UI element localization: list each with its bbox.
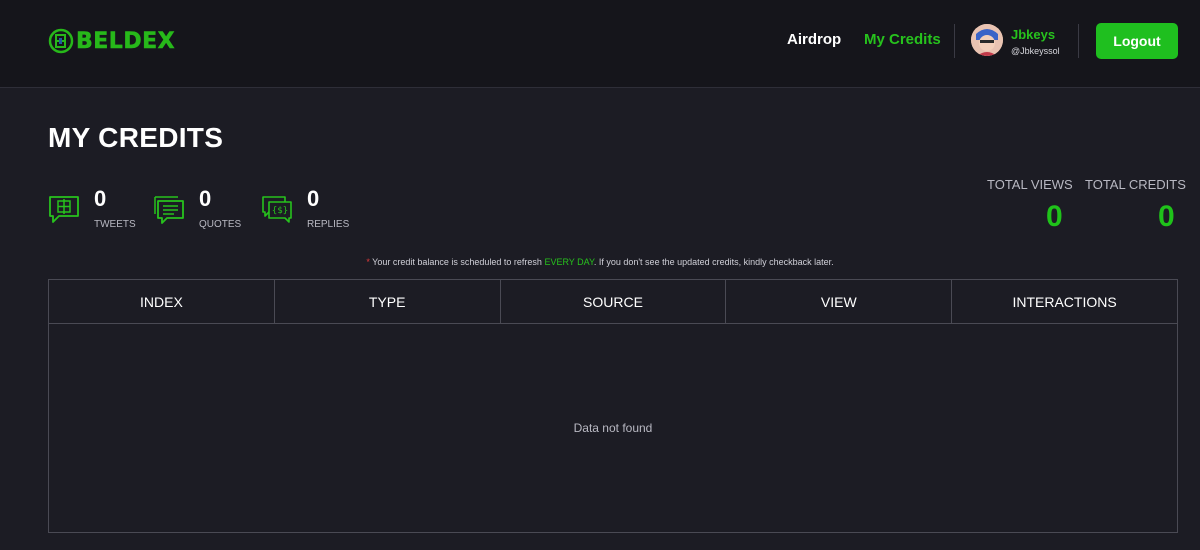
page-title: MY CREDITS xyxy=(48,122,224,153)
column-header-type[interactable]: TYPE xyxy=(275,280,501,323)
logout-button[interactable]: Logout xyxy=(1096,23,1178,59)
tweets-label: TWEETS xyxy=(94,219,136,230)
total-credits-label: TOTAL CREDITS xyxy=(1085,177,1186,192)
brand-name: BELDEX xyxy=(76,28,176,54)
notice-text-after: . If you don't see the updated credits, … xyxy=(593,257,834,267)
table-header-row: INDEX TYPE SOURCE VIEW INTERACTIONS xyxy=(49,280,1177,324)
user-handle: @Jbkeyssol xyxy=(1011,46,1060,56)
quotes-count: 0 xyxy=(199,186,212,211)
replies-count: 0 xyxy=(307,186,320,211)
tweet-credit-icon xyxy=(49,196,79,223)
header-divider xyxy=(954,24,955,58)
tweets-count: 0 xyxy=(94,186,107,211)
column-header-index[interactable]: INDEX xyxy=(49,280,275,323)
notice-highlight: EVERY DAY xyxy=(544,257,594,267)
total-views-value: 0 xyxy=(1046,200,1063,233)
notice-text-before: Your credit balance is scheduled to refr… xyxy=(369,257,545,267)
empty-state: Data not found xyxy=(49,324,1177,532)
replies-label: REPLIES xyxy=(307,219,350,230)
top-header: BELDEX Airdrop My Credits Jbkeys @Jbkeys… xyxy=(0,0,1200,88)
nav-airdrop[interactable]: Airdrop xyxy=(787,31,841,48)
quote-credit-icon xyxy=(154,196,184,224)
nav-my-credits[interactable]: My Credits xyxy=(864,31,941,48)
svg-text:{$}: {$} xyxy=(272,206,288,216)
avatar[interactable] xyxy=(971,24,1003,56)
total-credits-value: 0 xyxy=(1158,200,1175,233)
reply-credit-icon: {$} xyxy=(262,196,292,223)
avatar-image xyxy=(971,24,1003,56)
header-divider xyxy=(1078,24,1079,58)
beldex-logo-icon xyxy=(48,28,74,54)
credits-table: INDEX TYPE SOURCE VIEW INTERACTIONS Data… xyxy=(48,279,1178,533)
user-name: Jbkeys xyxy=(1011,27,1056,42)
total-views-label: TOTAL VIEWS xyxy=(987,177,1073,192)
quotes-label: QUOTES xyxy=(199,219,242,230)
empty-state-text: Data not found xyxy=(573,421,653,435)
column-header-interactions[interactable]: INTERACTIONS xyxy=(952,280,1177,323)
beldex-logo[interactable]: BELDEX xyxy=(48,28,175,54)
column-header-view[interactable]: VIEW xyxy=(726,280,953,323)
column-header-source[interactable]: SOURCE xyxy=(501,280,727,323)
refresh-notice: * Your credit balance is scheduled to re… xyxy=(0,257,1200,267)
